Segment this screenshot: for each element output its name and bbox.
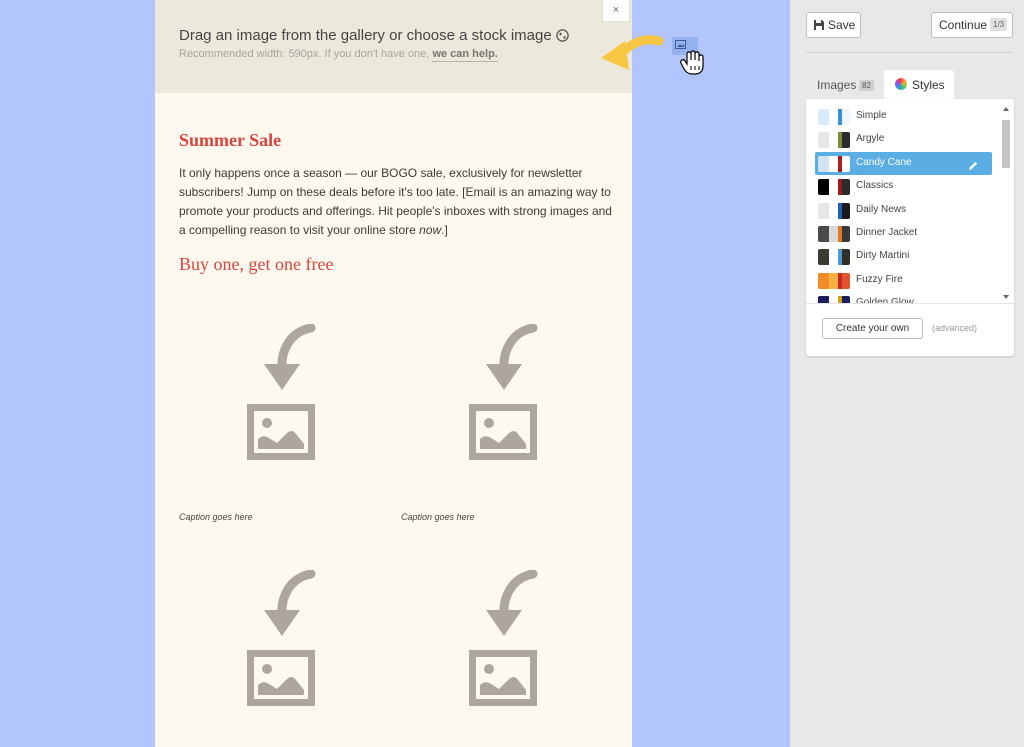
style-item-label: Argyle xyxy=(856,133,885,145)
image-placeholder[interactable] xyxy=(235,322,395,502)
style-item[interactable]: Golden Glow xyxy=(815,292,992,303)
style-item[interactable]: Classics xyxy=(815,175,992,198)
image-placeholder[interactable] xyxy=(457,568,617,747)
drop-banner-title: Drag an image from the gallery or choose… xyxy=(179,27,569,46)
images-count-badge: 82 xyxy=(859,80,874,91)
scroll-up-arrow-icon[interactable] xyxy=(1003,107,1009,111)
style-swatch xyxy=(818,249,850,266)
close-button[interactable]: × xyxy=(602,0,630,22)
image-icon xyxy=(469,650,537,706)
style-swatch xyxy=(818,155,850,172)
image-icon xyxy=(675,40,686,49)
style-list-scrollbar[interactable] xyxy=(1000,104,1012,303)
image-icon xyxy=(247,650,315,706)
drop-banner-subtitle: Recommended width: 590px. If you don't h… xyxy=(179,48,498,62)
tab-styles[interactable]: Styles xyxy=(884,70,954,99)
style-swatch xyxy=(818,179,850,196)
image-placeholder[interactable] xyxy=(457,322,617,502)
style-item-label: Dirty Martini xyxy=(856,250,910,262)
headline[interactable]: Summer Sale xyxy=(179,130,281,151)
image-icon xyxy=(247,404,315,460)
image-caption[interactable]: Caption goes here xyxy=(401,512,475,522)
style-item[interactable]: Dirty Martini xyxy=(815,245,992,268)
editor-sidebar: Save Continue 1/3 Images 82 Styles Simpl… xyxy=(790,0,1024,747)
body-text[interactable]: It only happens once a season — our BOGO… xyxy=(179,164,619,240)
save-button[interactable]: Save xyxy=(806,12,861,38)
drop-arrow-icon xyxy=(264,324,316,390)
style-item-label: Candy Cane xyxy=(856,156,912,168)
drop-arrow-icon xyxy=(486,324,538,390)
grab-hand-cursor-icon xyxy=(680,50,704,75)
advanced-note: (advanced) xyxy=(932,323,978,333)
style-item[interactable]: Simple xyxy=(815,105,992,128)
style-swatch xyxy=(818,132,850,149)
email-canvas[interactable]: Drag an image from the gallery or choose… xyxy=(155,0,632,747)
drop-arrow-icon xyxy=(264,570,316,636)
create-your-own-button[interactable]: Create your own xyxy=(822,318,923,339)
style-list[interactable]: Simple Argyle Candy Cane Classics Daily News… xyxy=(806,104,1001,303)
style-swatch xyxy=(818,226,850,242)
help-link[interactable]: we can help. xyxy=(432,48,498,62)
style-swatch xyxy=(818,272,850,289)
floppy-disk-icon xyxy=(814,20,824,30)
image-icon xyxy=(469,404,537,460)
image-caption[interactable]: Caption goes here xyxy=(179,512,253,522)
style-item-label: Simple xyxy=(856,110,887,121)
panel-divider xyxy=(806,303,1014,304)
style-item-label: Daily News xyxy=(856,203,907,215)
scroll-down-arrow-icon[interactable] xyxy=(1003,295,1009,299)
style-item-label: Fuzzy Fire xyxy=(856,273,903,285)
style-item-label: Classics xyxy=(856,180,894,192)
image-drop-banner[interactable]: Drag an image from the gallery or choose… xyxy=(155,0,632,93)
style-item-label: Dinner Jacket xyxy=(856,227,918,238)
image-placeholder[interactable] xyxy=(235,568,395,747)
globe-icon xyxy=(555,29,569,46)
style-item[interactable]: Argyle xyxy=(815,128,992,151)
subheadline[interactable]: Buy one, get one free xyxy=(179,254,333,275)
style-swatch xyxy=(818,109,850,125)
styles-panel: Simple Argyle Candy Cane Classics Daily News… xyxy=(806,99,1014,356)
scrollbar-thumb[interactable] xyxy=(1002,120,1010,168)
style-item[interactable]: Candy Cane xyxy=(815,151,992,176)
continue-button[interactable]: Continue 1/3 xyxy=(931,12,1013,38)
style-item[interactable]: Fuzzy Fire xyxy=(815,269,992,292)
pencil-icon[interactable] xyxy=(967,157,979,176)
step-badge: 1/3 xyxy=(990,18,1008,31)
drag-hint-arrow-icon xyxy=(601,35,664,70)
color-wheel-icon xyxy=(895,78,907,90)
style-swatch xyxy=(818,202,850,219)
style-swatch xyxy=(818,296,850,303)
drop-arrow-icon xyxy=(486,570,538,636)
style-item[interactable]: Dinner Jacket xyxy=(815,222,992,245)
tab-images[interactable]: Images 82 xyxy=(806,70,878,99)
style-item[interactable]: Daily News xyxy=(815,199,992,222)
toolbar-divider xyxy=(806,52,1012,53)
